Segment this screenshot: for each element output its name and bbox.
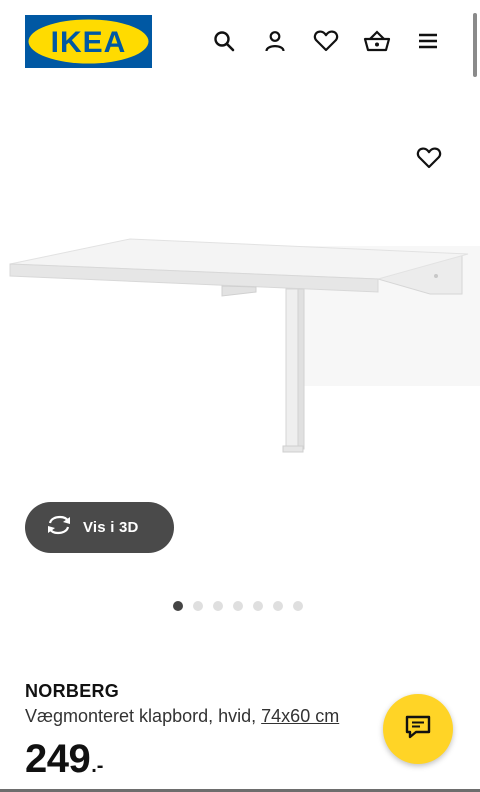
ikea-logo[interactable]: IKEA <box>25 15 152 68</box>
search-icon[interactable] <box>210 27 238 55</box>
carousel-dot[interactable] <box>193 601 203 611</box>
price-decimal: .- <box>91 755 104 777</box>
heart-icon[interactable] <box>312 27 340 55</box>
rotate-3d-icon <box>45 515 73 540</box>
chat-icon <box>404 714 432 745</box>
carousel-dot[interactable] <box>233 601 243 611</box>
product-name: NORBERG <box>25 681 120 701</box>
product-image[interactable] <box>0 96 480 496</box>
price-integer: 249 <box>25 737 91 781</box>
header: IKEA <box>0 0 480 84</box>
carousel-dot[interactable] <box>293 601 303 611</box>
carousel-dot[interactable] <box>213 601 223 611</box>
scrollbar[interactable] <box>473 13 477 77</box>
account-icon[interactable] <box>261 27 289 55</box>
chat-button[interactable] <box>383 694 453 764</box>
add-to-wishlist-icon[interactable] <box>414 143 444 173</box>
view-in-3d-label: Vis i 3D <box>83 519 139 536</box>
image-carousel-dots <box>173 601 303 611</box>
product-description: Vægmonteret klapbord, hvid, 74x60 cm <box>25 706 339 727</box>
menu-icon[interactable] <box>414 27 442 55</box>
basket-icon[interactable] <box>363 27 391 55</box>
carousel-dot[interactable] <box>253 601 263 611</box>
svg-text:IKEA: IKEA <box>51 26 127 59</box>
product-price: 249 .- <box>25 737 103 782</box>
view-in-3d-button[interactable]: Vis i 3D <box>25 502 174 553</box>
product-description-text: Vægmonteret klapbord, hvid, <box>25 706 257 726</box>
product-size-link[interactable]: 74x60 cm <box>261 706 339 726</box>
carousel-dot[interactable] <box>273 601 283 611</box>
carousel-dot[interactable] <box>173 601 183 611</box>
